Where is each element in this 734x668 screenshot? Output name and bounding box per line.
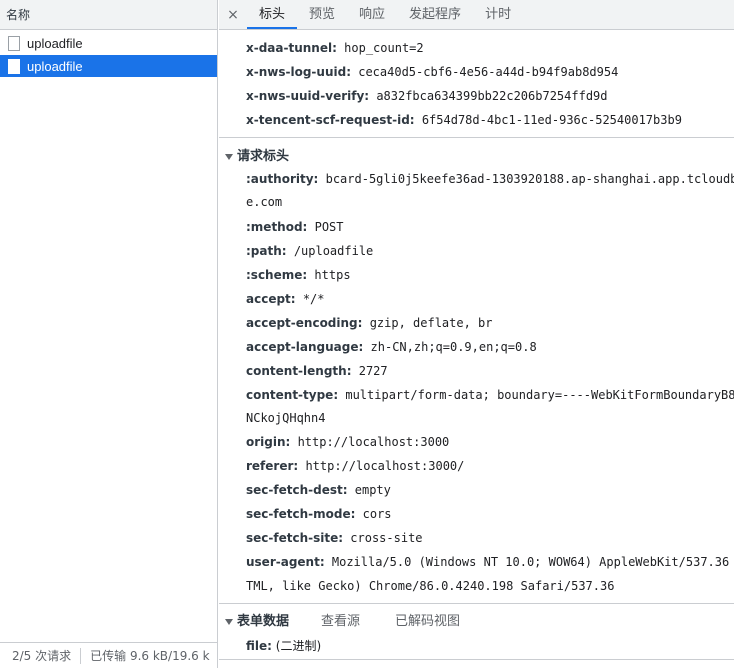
header-key: content-type:: [246, 388, 339, 402]
tab-initiator[interactable]: 发起程序: [397, 0, 473, 29]
header-value: 6f54d78d-4bc1-11ed-936c-52540017b3b9: [421, 113, 682, 127]
header-key: accept-language:: [246, 340, 364, 354]
response-header-row: x-nws-log-uuid: ceca40d5-cbf6-4e56-a44d-…: [246, 65, 618, 79]
tab-timing[interactable]: 计时: [473, 0, 523, 29]
header-value: bcard-5gli0j5keefe36ad-1303920188.ap-sha…: [325, 172, 734, 186]
header-value-continuation: e.com: [246, 195, 283, 209]
section-title-text: 表单数据: [237, 614, 290, 629]
transferred-size: 已传输 9.6 kB/19.6 k: [90, 649, 210, 663]
header-value: cors: [362, 507, 392, 521]
header-key: accept-encoding:: [246, 316, 363, 330]
header-value: gzip, deflate, br: [369, 316, 493, 330]
name-column-header[interactable]: 名称: [0, 0, 217, 30]
header-value: https: [314, 268, 351, 282]
request-count: 2/5 次请求: [12, 649, 72, 663]
form-field-key: file:: [246, 639, 272, 653]
header-value: ceca40d5-cbf6-4e56-a44d-b94f9ab8d954: [358, 65, 619, 79]
header-key: accept:: [246, 292, 296, 306]
tab-preview[interactable]: 预览: [297, 0, 347, 29]
status-bar: 2/5 次请求 已传输 9.6 kB/19.6 k: [0, 642, 217, 668]
headers-content: x-daa-tunnel: hop_count=2 x-nws-log-uuid…: [219, 31, 734, 668]
request-name: uploadfile: [27, 58, 83, 74]
header-key: :method:: [246, 220, 308, 234]
request-headers-toggle[interactable]: 请求标头: [225, 145, 289, 164]
header-value: */*: [302, 292, 325, 306]
request-header-row: accept-language: zh-CN,zh;q=0.9,en;q=0.8: [246, 340, 537, 354]
header-value: zh-CN,zh;q=0.9,en;q=0.8: [370, 340, 537, 354]
close-icon[interactable]: ×: [219, 0, 247, 29]
tab-headers[interactable]: 标头: [247, 0, 298, 29]
request-header-row: origin: http://localhost:3000: [246, 435, 449, 449]
request-header-row: content-type: multipart/form-data; bound…: [246, 388, 734, 402]
header-value-continuation: NCkojQHqhn4: [246, 411, 326, 425]
request-header-row: accept-encoding: gzip, deflate, br: [246, 316, 493, 330]
request-header-row: :authority: bcard-5gli0j5keefe36ad-13039…: [246, 172, 734, 186]
section-title-text: 请求标头: [237, 149, 290, 164]
response-header-row: x-nws-uuid-verify: a832fbca634399bb22c20…: [246, 89, 608, 103]
header-value: cross-site: [350, 531, 423, 545]
header-value: Mozilla/5.0 (Windows NT 10.0; WOW64) App…: [331, 555, 734, 569]
header-key: :scheme:: [246, 268, 308, 282]
request-header-row: :method: POST: [246, 220, 344, 234]
triangle-down-icon: [225, 153, 233, 160]
tab-response[interactable]: 响应: [347, 0, 397, 29]
header-key: x-daa-tunnel:: [246, 41, 337, 55]
triangle-down-icon: [225, 618, 233, 625]
request-row-selected[interactable]: uploadfile: [0, 55, 217, 77]
response-header-row: x-daa-tunnel: hop_count=2: [246, 41, 424, 55]
view-source-link[interactable]: 查看源: [321, 610, 360, 629]
request-header-row: :scheme: https: [246, 268, 351, 282]
view-decoded-link[interactable]: 已解码视图: [395, 610, 460, 629]
header-value: empty: [354, 483, 391, 497]
request-header-row: accept: */*: [246, 292, 325, 306]
section-divider: [219, 137, 734, 138]
section-divider: [219, 659, 734, 660]
header-key: sec-fetch-mode:: [246, 507, 356, 521]
header-key: origin:: [246, 435, 291, 449]
header-key: sec-fetch-site:: [246, 531, 344, 545]
header-key: :authority:: [246, 172, 319, 186]
request-header-row: sec-fetch-mode: cors: [246, 507, 392, 521]
request-list-panel: 名称 uploadfile uploadfile 2/5 次请求 已传输 9.6…: [0, 0, 218, 668]
request-header-row: referer: http://localhost:3000/: [246, 459, 464, 473]
header-value: /uploadfile: [293, 244, 374, 258]
section-divider: [219, 603, 734, 604]
details-tab-bar: × 标头 预览 响应 发起程序 计时: [219, 0, 734, 30]
form-data-toggle[interactable]: 表单数据: [225, 610, 289, 629]
header-key: content-length:: [246, 364, 352, 378]
header-value: http://localhost:3000/: [305, 459, 465, 473]
request-header-row: user-agent: Mozilla/5.0 (Windows NT 10.0…: [246, 555, 734, 569]
header-value: hop_count=2: [344, 41, 424, 55]
header-value: 2727: [358, 364, 388, 378]
form-field-row: file: (二进制): [246, 637, 321, 654]
request-header-row: sec-fetch-site: cross-site: [246, 531, 423, 545]
header-key: x-nws-uuid-verify:: [246, 89, 370, 103]
document-icon: [8, 58, 20, 74]
document-icon: [8, 35, 20, 51]
header-key: user-agent:: [246, 555, 325, 569]
form-field-value: (二进制): [275, 639, 322, 653]
request-header-row: sec-fetch-dest: empty: [246, 483, 391, 497]
header-key: referer:: [246, 459, 299, 473]
header-value: multipart/form-data; boundary=----WebKit…: [345, 388, 734, 402]
header-key: x-nws-log-uuid:: [246, 65, 351, 79]
header-value-continuation: TML, like Gecko) Chrome/86.0.4240.198 Sa…: [246, 579, 615, 593]
header-value: a832fbca634399bb22c206b7254ffd9d: [376, 89, 608, 103]
header-key: x-tencent-scf-request-id:: [246, 113, 415, 127]
header-value: POST: [314, 220, 344, 234]
request-header-row: content-length: 2727: [246, 364, 388, 378]
header-key: :path:: [246, 244, 287, 258]
request-row[interactable]: uploadfile: [0, 32, 217, 54]
header-key: sec-fetch-dest:: [246, 483, 348, 497]
request-details-panel: × 标头 预览 响应 发起程序 计时 x-daa-tunnel: hop_cou…: [219, 0, 734, 668]
request-header-row: :path: /uploadfile: [246, 244, 373, 258]
request-name: uploadfile: [27, 35, 83, 51]
header-value: http://localhost:3000: [297, 435, 450, 449]
response-header-row: x-tencent-scf-request-id: 6f54d78d-4bc1-…: [246, 113, 682, 127]
